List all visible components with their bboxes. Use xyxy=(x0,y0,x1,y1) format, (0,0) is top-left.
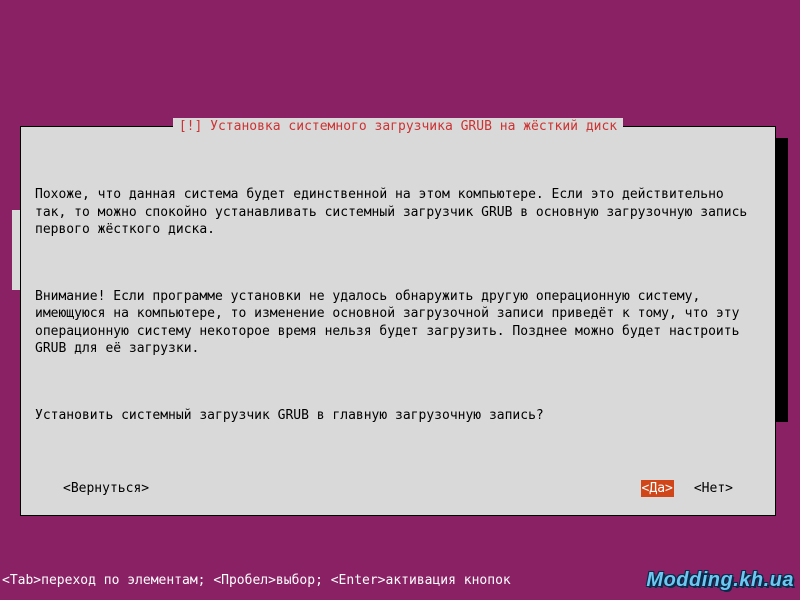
dialog-para-3: Установить системный загрузчик GRUB в гл… xyxy=(35,407,761,425)
dialog-body: Похоже, что данная система будет единств… xyxy=(35,151,761,460)
dialog-para-1: Похоже, что данная система будет единств… xyxy=(35,186,761,239)
dialog-para-2: Внимание! Если программе установки не уд… xyxy=(35,288,761,358)
back-button[interactable]: <Вернуться> xyxy=(63,480,149,498)
dialog-buttons: <Вернуться> <Да> <Нет> xyxy=(35,480,761,498)
yes-button[interactable]: <Да> xyxy=(641,480,674,498)
no-button[interactable]: <Нет> xyxy=(694,480,733,498)
dialog-title: [!] Установка системного загрузчика GRUB… xyxy=(173,118,623,136)
right-button-group: <Да> <Нет> xyxy=(641,480,733,498)
dialog-title-wrap: [!] Установка системного загрузчика GRUB… xyxy=(21,118,775,136)
footer-help: <Tab>переход по элементам; <Пробел>выбор… xyxy=(0,572,511,590)
grub-install-dialog: [!] Установка системного загрузчика GRUB… xyxy=(20,126,776,516)
watermark: Modding.kh.ua xyxy=(646,567,794,594)
